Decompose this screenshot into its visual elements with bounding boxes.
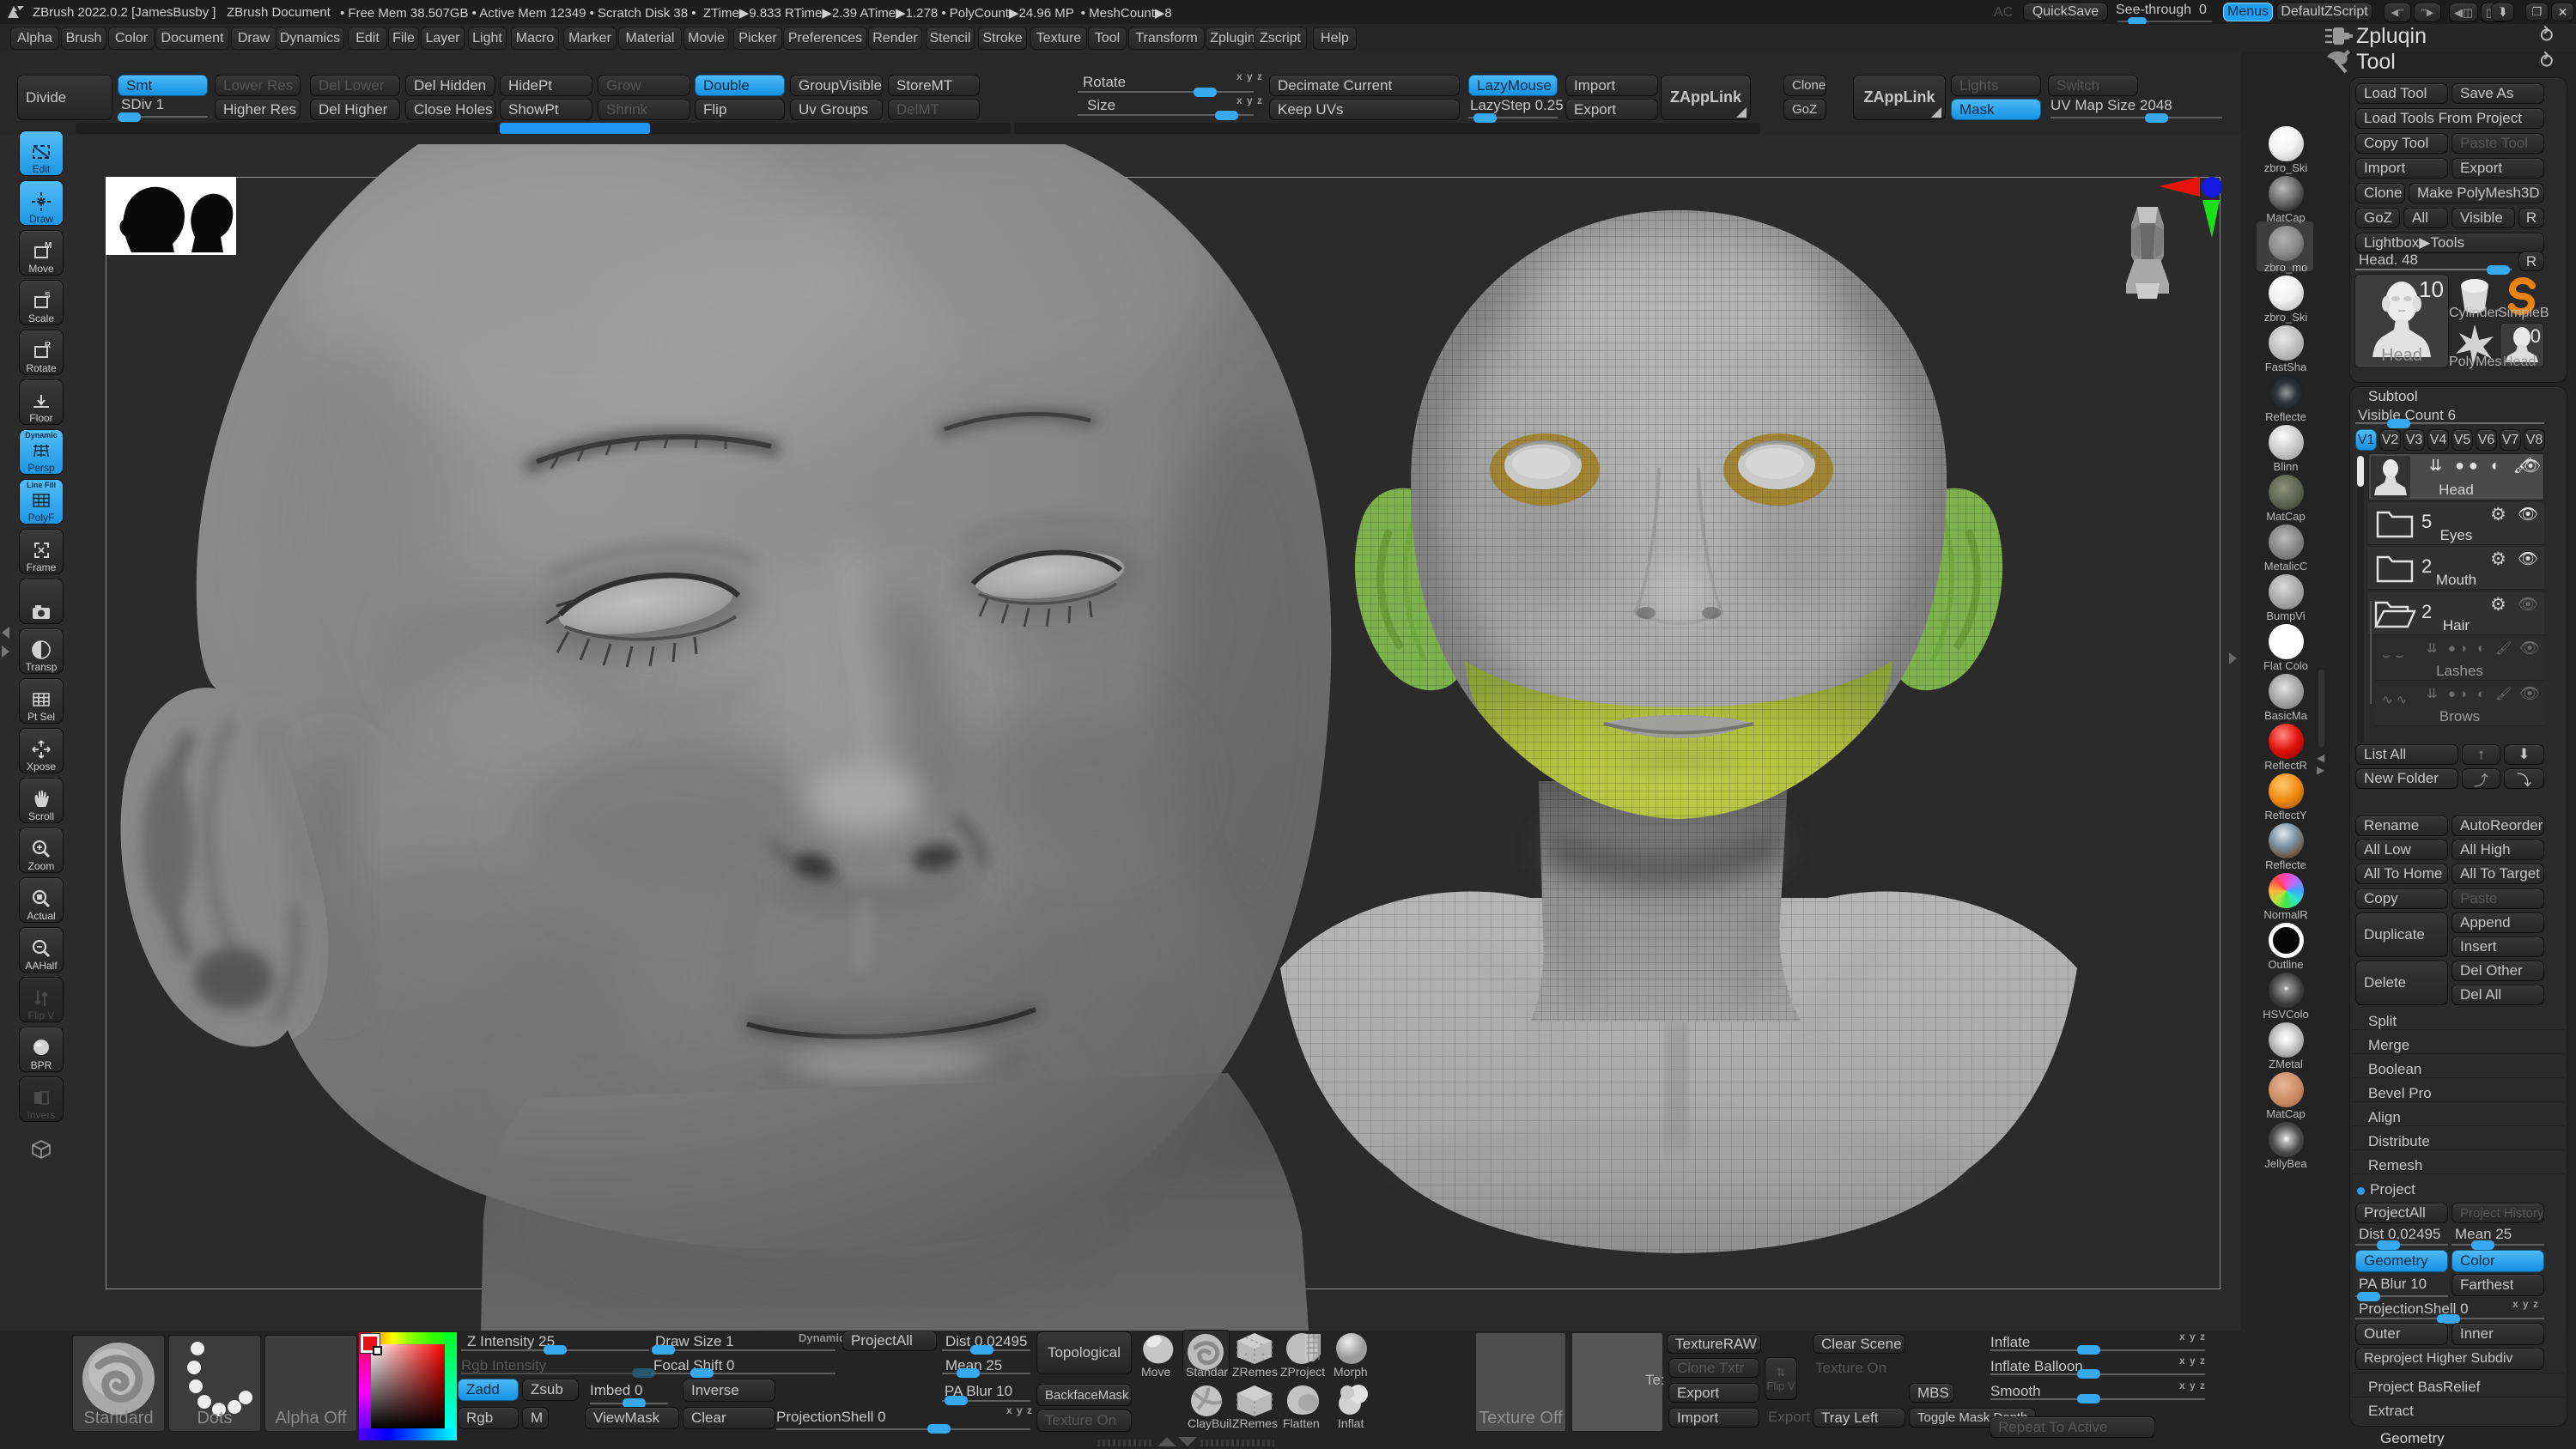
svg-text:M: M: [45, 241, 52, 251]
svg-text:S: S: [45, 291, 51, 300]
svg-text:R: R: [45, 341, 52, 350]
